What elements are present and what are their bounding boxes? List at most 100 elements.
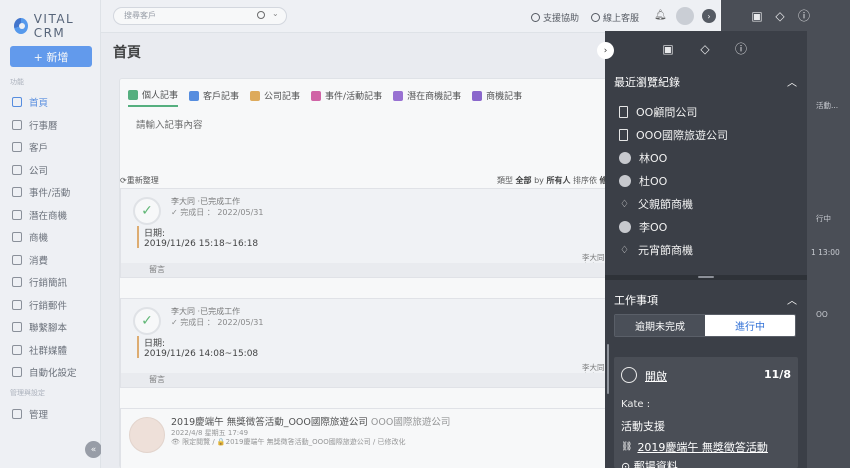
app-name: VITAL CRM: [33, 12, 75, 40]
comment-button[interactable]: 留言: [121, 263, 605, 277]
todo-type: 活動支援: [621, 420, 665, 433]
tab-personal-note[interactable]: 個人記事: [128, 88, 179, 107]
sidebar-item-customers[interactable]: 客戶: [0, 136, 100, 158]
scrollbar[interactable]: [607, 344, 609, 394]
note-input[interactable]: 請輸入記事內容: [136, 117, 203, 131]
event-title[interactable]: 2019慶端午 無獎徵答活動_OOO國際旅遊公司 OOO國際旅遊公司: [171, 414, 450, 428]
building-icon: [250, 90, 261, 101]
recent-item[interactable]: OO顧問公司: [619, 104, 697, 120]
tab-opportunity-note[interactable]: 商機記事: [472, 88, 522, 107]
receipt-icon: [12, 255, 22, 265]
globe-icon: [531, 13, 540, 22]
new-button[interactable]: + 新增: [10, 46, 92, 67]
help-link[interactable]: 支援協助: [531, 11, 579, 24]
automation-icon: [12, 367, 22, 377]
resize-handle[interactable]: [605, 275, 807, 280]
expand-panel-button[interactable]: ›: [702, 9, 716, 23]
lead-icon: [12, 210, 22, 220]
sidebar-item-automation[interactable]: 自動化設定: [0, 361, 100, 383]
sidebar-item-company[interactable]: 公司: [0, 159, 100, 181]
todo-status[interactable]: 開啟: [645, 368, 667, 384]
briefcase-icon[interactable]: ▣: [661, 42, 675, 56]
check-icon: ✓: [133, 197, 161, 225]
sidebar-item-scripts[interactable]: 聯繫腳本: [0, 316, 100, 338]
tab-customer-note[interactable]: 客戶記事: [189, 88, 239, 107]
section-label-features: 功能: [10, 78, 24, 86]
avatar: [619, 152, 631, 164]
filter-by-value[interactable]: 所有人: [546, 176, 570, 185]
sidebar-item-social[interactable]: 社群媒體: [0, 339, 100, 361]
sidebar-item-opportunities[interactable]: 商機: [0, 226, 100, 248]
event-thumbnail: [129, 417, 165, 453]
bulb-icon: ♢: [620, 198, 629, 210]
top-bar: 搜尋客戶 ⌄ 支援協助 線上客服 🔔︎ ›: [101, 0, 721, 33]
refresh-button[interactable]: ⟳重新整理: [120, 175, 159, 186]
check-icon: ✓: [133, 307, 161, 335]
event-card[interactable]: 2019慶端午 無獎徵答活動_OOO國際旅遊公司 OOO國際旅遊公司 2022/…: [120, 408, 606, 468]
recent-item[interactable]: 林OO: [619, 150, 667, 166]
log-author: 李大同 ·已完成工作: [171, 197, 241, 206]
note-card: 個人記事 客戶記事 公司記事 事件/活動記事 潛在商機記事 商機記事 請輸入記事…: [119, 78, 621, 468]
app-logo[interactable]: VITAL CRM: [14, 12, 100, 40]
todo-link[interactable]: ⛓ 2019慶端午 無獎徵答活動: [621, 439, 768, 455]
status-circle-icon[interactable]: [621, 367, 637, 383]
recent-item[interactable]: ♢ 元宵節商機: [619, 242, 693, 258]
log-status: ✓ 完成日 ： 2022/05/31: [171, 318, 264, 327]
collapse-sidebar-button[interactable]: «: [85, 441, 102, 458]
home-icon: [12, 97, 22, 107]
building-icon: [12, 165, 22, 175]
note-tabs: 個人記事 客戶記事 公司記事 事件/活動記事 潛在商機記事 商機記事: [128, 88, 522, 107]
avatar[interactable]: [676, 7, 694, 25]
bulb-icon: [472, 90, 483, 101]
log-status: ✓ 完成日 ： 2022/05/31: [171, 208, 264, 217]
sidebar-item-calendar[interactable]: 行事曆: [0, 114, 100, 136]
info-icon[interactable]: ⓘ: [734, 42, 748, 56]
tab-in-progress[interactable]: 進行中: [705, 315, 795, 336]
filter-type-value[interactable]: 全部: [516, 176, 532, 185]
todo-card[interactable]: 開啟 11/8 Kate : 活動支援 ⛓ 2019慶端午 無獎徵答活動 ⊙ 郵場…: [614, 357, 798, 468]
bulb-icon: ♢: [620, 244, 629, 256]
background-text: 活動...: [816, 101, 839, 110]
recent-item[interactable]: 李OO: [619, 219, 667, 235]
calendar-icon: [12, 120, 22, 130]
bulb-icon: [12, 232, 22, 242]
sidebar-item-home[interactable]: 首頁: [0, 91, 100, 113]
chevron-up-icon[interactable]: ︿: [787, 292, 797, 307]
recent-views-title: 最近瀏覽紀錄: [614, 76, 680, 89]
comment-button[interactable]: 留言: [121, 373, 605, 387]
chevron-up-icon[interactable]: ︿: [787, 74, 797, 89]
person-icon: [12, 142, 22, 152]
sidebar-item-leads[interactable]: 潛在商機: [0, 204, 100, 226]
service-link[interactable]: 線上客服: [591, 11, 639, 24]
avatar: [619, 221, 631, 233]
tab-company-note[interactable]: 公司記事: [250, 88, 300, 107]
recent-item[interactable]: 杜OO: [619, 173, 667, 189]
headset-icon: [591, 13, 600, 22]
logo-icon: [14, 18, 28, 34]
collapse-panel-button[interactable]: ›: [597, 42, 614, 59]
background-text: 行中: [816, 214, 831, 223]
background-text: OO: [816, 310, 828, 319]
chevron-down-icon[interactable]: ⌄: [272, 9, 279, 18]
todo-filter: 逾期未完成 進行中: [614, 314, 796, 337]
sidebar-item-admin[interactable]: 管理: [0, 403, 100, 425]
sidebar-item-consumption[interactable]: 消費: [0, 249, 100, 271]
filter-sort-label: 排序依: [573, 176, 597, 185]
search-icon[interactable]: [257, 11, 265, 19]
todo-next: ⊙ 郵場資料: [621, 460, 678, 468]
sidebar-item-events[interactable]: 事件/活動: [0, 181, 100, 203]
filter-type-label: 類型: [497, 176, 513, 185]
sidebar-item-sms[interactable]: 行銷簡訊: [0, 271, 100, 293]
tag-icon[interactable]: ◇: [698, 42, 712, 56]
sidebar-item-email[interactable]: 行銷郵件: [0, 294, 100, 316]
tab-lead-note[interactable]: 潛在商機記事: [393, 88, 461, 107]
recent-item[interactable]: ♢ 父親節商機: [619, 196, 693, 212]
social-icon: [12, 345, 22, 355]
todo-date: 11/8: [764, 368, 791, 381]
page-title: 首頁: [113, 45, 141, 61]
log-author: 李大同 ·已完成工作: [171, 307, 241, 316]
recent-item[interactable]: OOO國際旅遊公司: [619, 127, 728, 143]
tab-overdue[interactable]: 逾期未完成: [615, 315, 705, 336]
tab-event-note[interactable]: 事件/活動記事: [311, 88, 382, 107]
bell-icon[interactable]: 🔔︎: [654, 10, 667, 21]
